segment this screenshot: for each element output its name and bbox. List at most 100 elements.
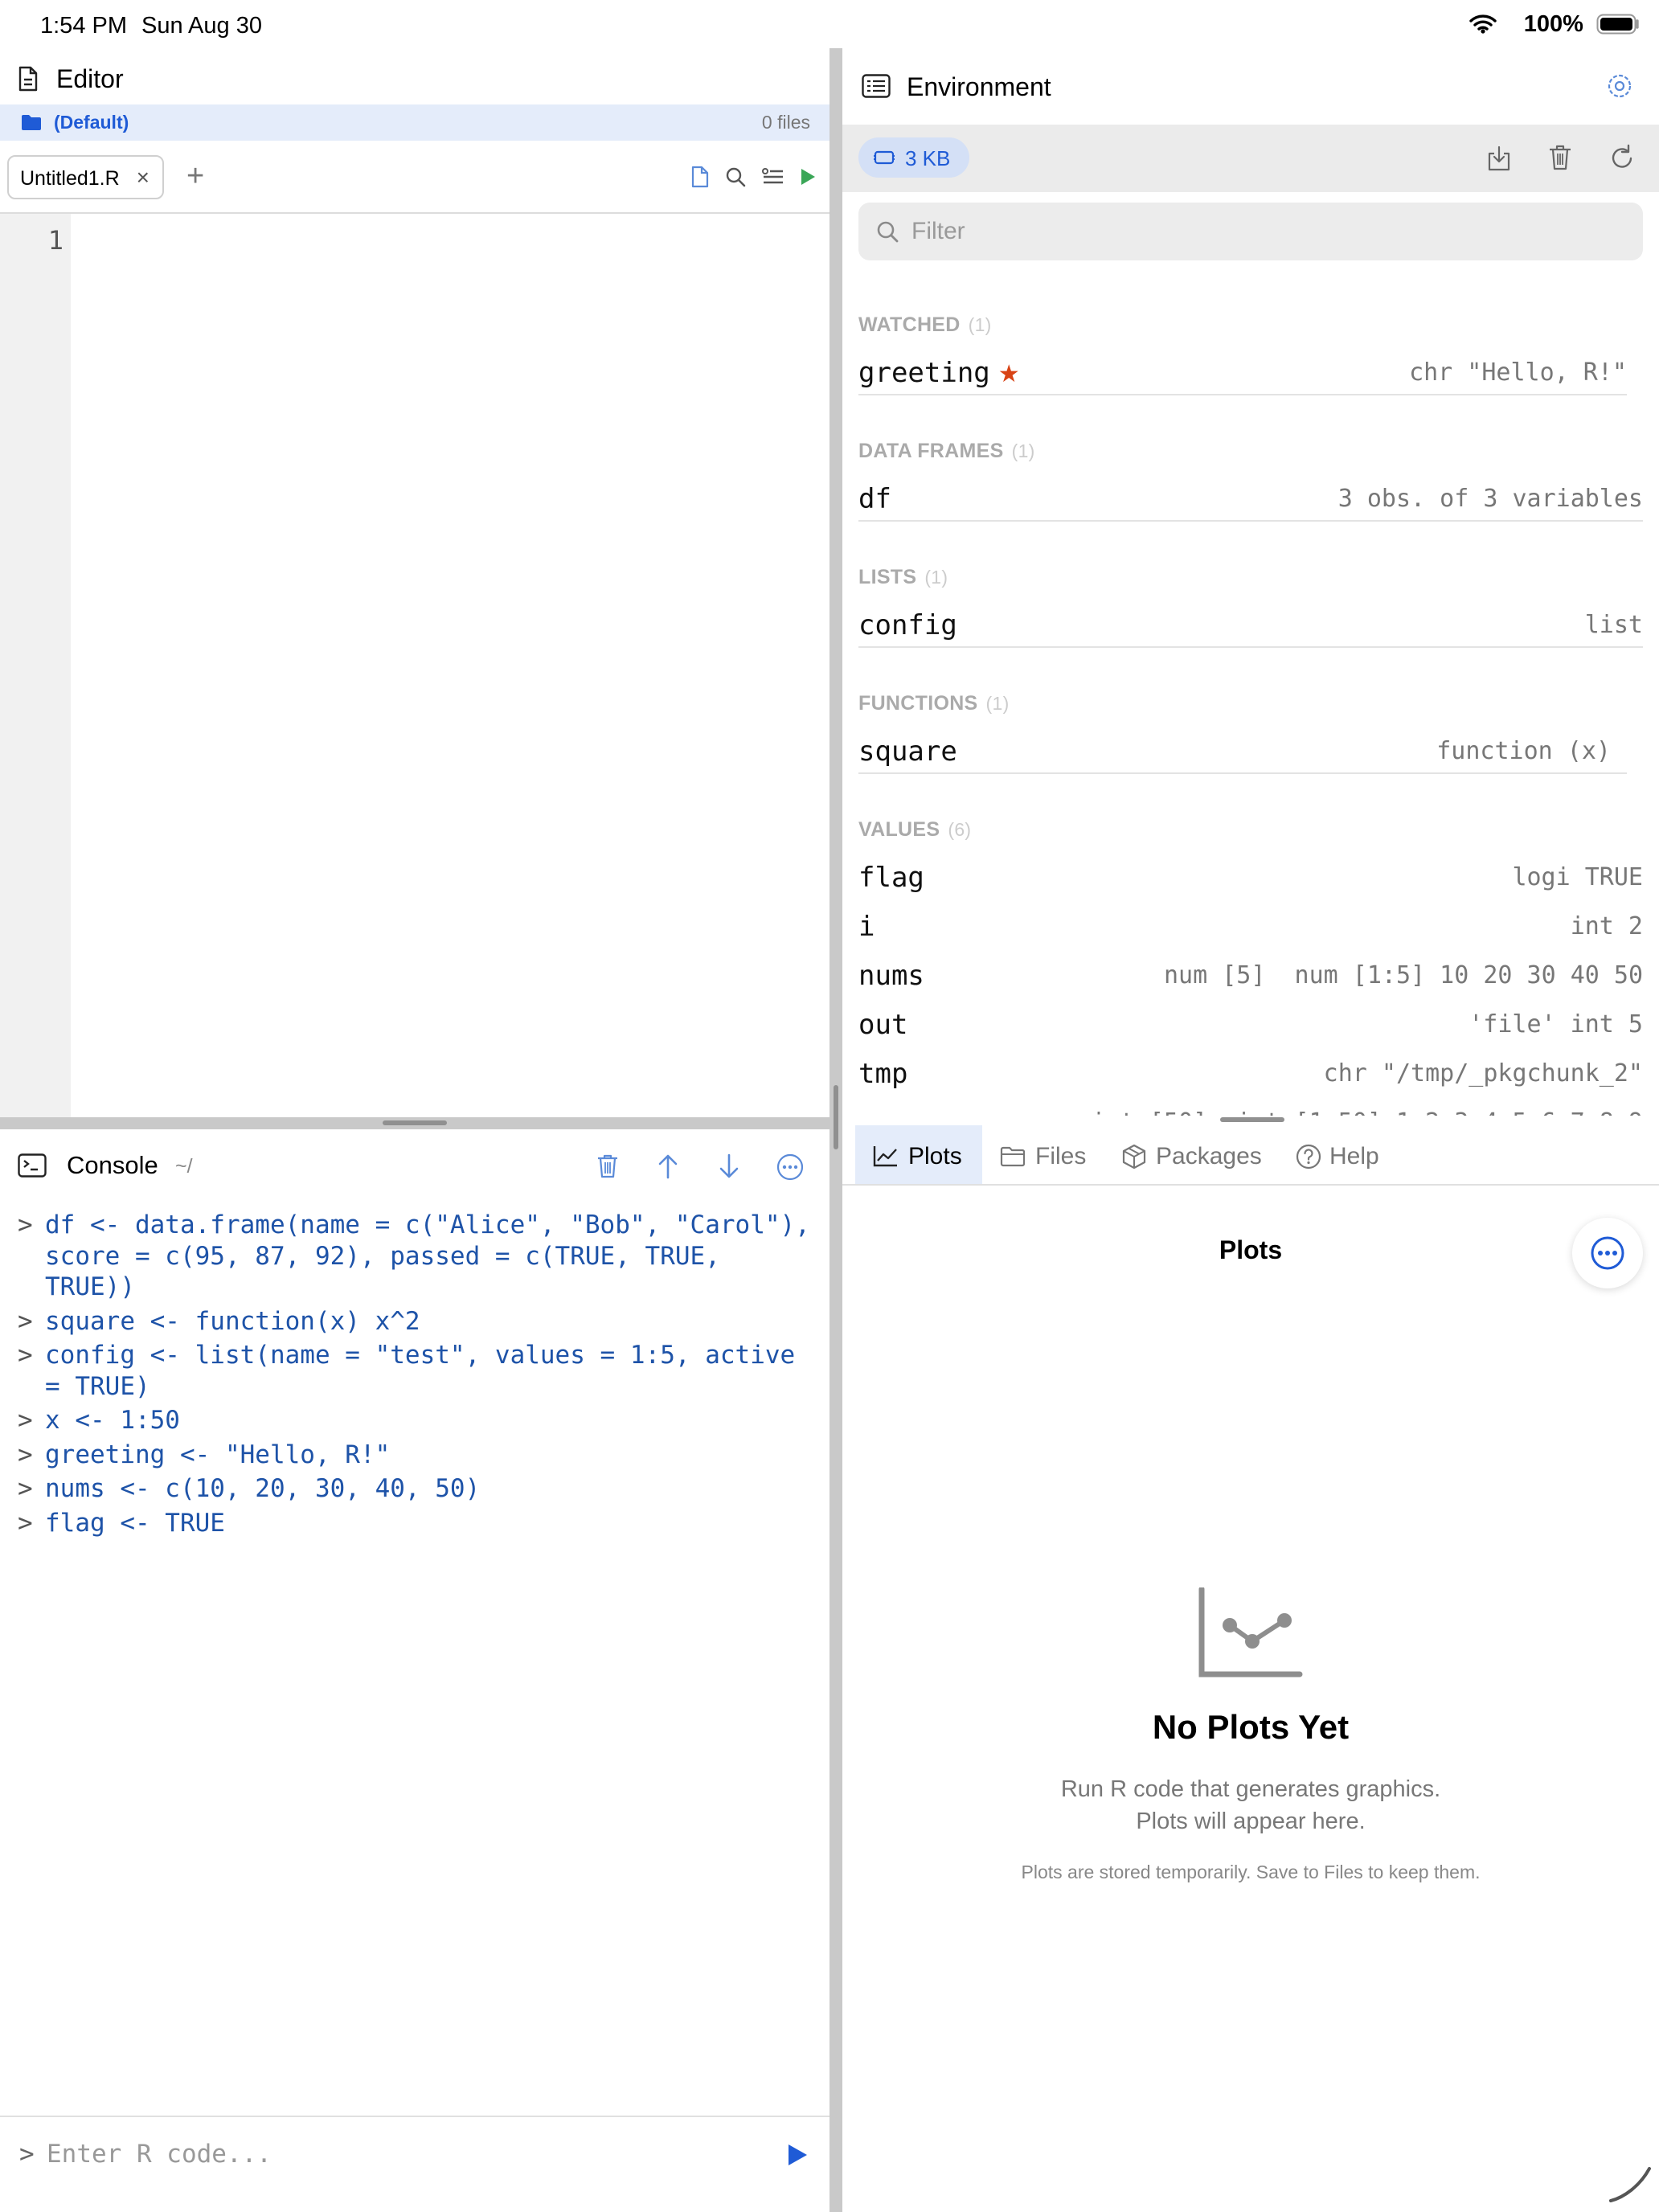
chart-placeholder-icon (1198, 1587, 1303, 1677)
chart-line-icon (873, 1146, 897, 1167)
empty-state-message: Run R code that generates graphics. (1060, 1776, 1441, 1802)
memory-value: 3 KB (905, 146, 951, 170)
section-watched: WATCHED (1) (858, 313, 992, 336)
env-row-tmp[interactable]: tmp chr "/tmp/_pkgchunk_2" (858, 1048, 1643, 1096)
status-time: 1:54 PM (40, 13, 127, 39)
search-icon (877, 221, 899, 243)
vertical-splitter[interactable] (830, 0, 842, 2212)
tab-untitled1[interactable]: Untitled1.R × (7, 155, 164, 199)
editor-title: Editor (56, 64, 124, 93)
new-file-icon[interactable] (691, 166, 709, 188)
console-line: > config <- list(name = "test", values = … (18, 1341, 796, 1401)
search-icon[interactable] (725, 166, 746, 187)
project-bar[interactable]: (Default) 0 files (0, 104, 830, 141)
filter-field[interactable] (858, 203, 1643, 260)
tab-files[interactable]: Files (1000, 1125, 1112, 1184)
memory-chip-icon (874, 150, 895, 165)
resize-handle-icon[interactable] (1608, 2165, 1653, 2204)
empty-state-title: No Plots Yet (1152, 1708, 1350, 1746)
battery-icon (1596, 14, 1639, 35)
right-column: 100% Environment 3 KB Filter WATCHED (1)… (842, 0, 1659, 2212)
tab-packages[interactable]: Packages (1122, 1125, 1275, 1184)
env-row-i[interactable]: i int 2 (858, 901, 1643, 949)
console-title: Console (67, 1151, 158, 1179)
add-tab-button[interactable]: + (186, 159, 204, 194)
console-input[interactable] (47, 2133, 754, 2175)
environment-list: WATCHED (1) greeting ★ chr "Hello, R!" DAT… (842, 273, 1659, 1116)
package-icon (1122, 1144, 1146, 1169)
status-bar-left: 1:54 PM Sun Aug 30 (40, 13, 262, 39)
horizontal-splitter-left[interactable] (0, 1117, 830, 1129)
env-row-flag[interactable]: flag logi TRUE (858, 852, 1643, 900)
document-icon (18, 66, 38, 92)
wifi-icon (1469, 14, 1497, 34)
console-header: Console ~/ (0, 1129, 830, 1202)
list-panel-icon (862, 74, 891, 98)
help-circle-icon (1296, 1144, 1321, 1169)
import-icon[interactable] (1487, 145, 1511, 171)
memory-badge: 3 KB (858, 137, 969, 178)
bottom-tab-bar: Plots Files Packages Help (842, 1125, 1659, 1186)
project-name: (Default) (54, 112, 129, 133)
line-number-gutter: 1 (0, 214, 71, 1117)
env-row-greeting[interactable]: greeting ★ chr "Hello, R!" (858, 347, 1627, 395)
console-line: > greeting <- "Hello, R!" (18, 1440, 391, 1469)
console-line: > df <- data.frame(name = c("Alice", "Bob… (18, 1210, 810, 1301)
console-path: ~/ (175, 1155, 193, 1178)
splitter-grip[interactable] (383, 1120, 447, 1125)
plots-more-button[interactable] (1572, 1218, 1643, 1288)
terminal-icon (18, 1153, 47, 1178)
project-file-count: 0 files (761, 112, 810, 133)
environment-toolbar: 3 KB (842, 125, 1659, 192)
environment-header: Environment (842, 64, 1659, 113)
console-line: > nums <- c(10, 20, 30, 40, 50) (18, 1474, 481, 1503)
arrow-down-icon[interactable] (719, 1153, 739, 1179)
tab-plots[interactable]: Plots (855, 1125, 982, 1184)
plots-title: Plots (1219, 1235, 1283, 1264)
console-input-bar: > (0, 2116, 830, 2212)
plots-pane: Plots No Plots Yet Run R code that gener… (842, 1186, 1659, 2212)
env-row-config[interactable]: config list (858, 600, 1643, 648)
close-tab-icon[interactable]: × (137, 165, 150, 190)
arrow-up-icon[interactable] (657, 1153, 678, 1179)
environment-title: Environment (907, 72, 1051, 101)
horizontal-splitter-right[interactable] (842, 1117, 1659, 1125)
folder-icon (1000, 1146, 1026, 1167)
empty-state-note: Plots are stored temporarily. Save to Fi… (1021, 1862, 1481, 1882)
empty-state-message: Plots will appear here. (1136, 1809, 1366, 1834)
env-row-square[interactable]: square function (x) (858, 726, 1627, 774)
editor-tab-bar: Untitled1.R × + (0, 150, 830, 214)
env-row-out[interactable]: out 'file' int 5 (858, 999, 1643, 1047)
tab-help[interactable]: Help (1296, 1125, 1400, 1184)
more-options-icon (1591, 1236, 1624, 1270)
env-row-df[interactable]: df 3 obs. of 3 variables (858, 473, 1643, 522)
section-values: VALUES (6) (858, 818, 972, 841)
console-output: > df <- data.frame(name = c("Alice", "Bob… (0, 1210, 830, 1538)
section-lists: LISTS (1) (858, 566, 948, 588)
more-options-icon[interactable] (776, 1153, 804, 1181)
filter-input[interactable] (911, 214, 1603, 249)
battery-percent: 100% (1523, 11, 1583, 37)
code-editor[interactable]: 1 (0, 214, 830, 1117)
trash-icon[interactable] (1548, 144, 1572, 171)
status-date: Sun Aug 30 (141, 13, 262, 39)
settings-gear-icon[interactable] (1606, 72, 1633, 100)
splitter-grip[interactable] (834, 1085, 838, 1149)
env-row-nums[interactable]: nums num [5] num [1:5] 10 20 30 40 50 (858, 950, 1643, 998)
input-prompt: > (19, 2140, 35, 2169)
star-icon[interactable]: ★ (998, 360, 1020, 388)
console-line: > square <- function(x) x^2 (18, 1306, 420, 1336)
status-bar-right: 100% (1469, 11, 1641, 38)
send-icon[interactable] (786, 2143, 809, 2167)
console-line: > flag <- TRUE (18, 1508, 225, 1538)
env-row-x[interactable]: x int [50] int [1:50] 1 2 3 4 5 6 7 8 9 (858, 1097, 1643, 1116)
run-icon[interactable] (799, 167, 817, 186)
splitter-grip[interactable] (1220, 1117, 1284, 1122)
section-data-frames: DATA FRAMES (1) (858, 440, 1035, 462)
left-column: 1:54 PM Sun Aug 30 Editor (Default) 0 fil… (0, 0, 830, 2212)
trash-icon[interactable] (596, 1153, 619, 1179)
folder-icon (22, 115, 41, 130)
format-list-icon[interactable] (762, 167, 784, 186)
refresh-icon[interactable] (1609, 144, 1635, 171)
section-functions: FUNCTIONS (1) (858, 692, 1010, 715)
